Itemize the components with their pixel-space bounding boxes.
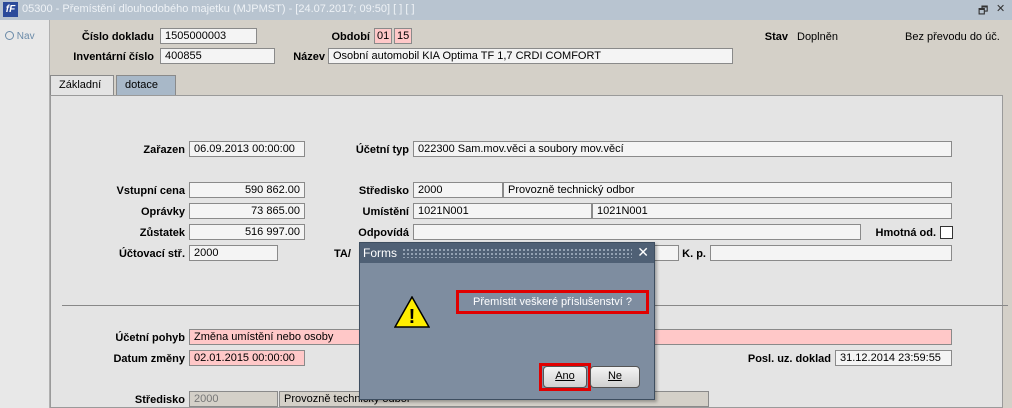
tab-zakladni[interactable]: Základní xyxy=(50,75,114,95)
dialog-title: Forms xyxy=(363,246,397,260)
uctovaci-str-label: Účtovací stř. xyxy=(118,248,185,260)
opravky-field[interactable]: 73 865.00 xyxy=(189,203,305,219)
radio-icon xyxy=(5,31,14,40)
warning-glyph: ! xyxy=(409,306,416,328)
nazev-label: Název xyxy=(293,51,325,63)
dialog-close-icon[interactable]: ✕ xyxy=(637,244,649,261)
zarazen-field[interactable]: 06.09.2013 00:00:00 xyxy=(189,141,305,157)
left-sidebar: Nav xyxy=(0,20,50,408)
app-icon: fF xyxy=(3,2,18,17)
window-titlebar: fF 05300 - Přemístění dlouhodobého majet… xyxy=(0,0,1012,20)
window-title: 05300 - Přemístění dlouhodobého majetku … xyxy=(22,3,415,15)
dialog-message: Přemístit veškeré příslušenství ? xyxy=(456,290,649,314)
stav-value: Doplněn xyxy=(797,31,838,43)
stredisko2-code-field[interactable]: 2000 xyxy=(189,391,278,407)
umisteni-code-field[interactable]: 1021N001 xyxy=(413,203,592,219)
opravky-label: Oprávky xyxy=(140,206,185,218)
nav-label: Nav xyxy=(16,31,35,42)
forms-dialog: Forms ✕ ! Přemístit veškeré příslušenstv… xyxy=(359,242,655,400)
kp-field[interactable] xyxy=(710,245,952,261)
titlebar-grip xyxy=(402,248,632,258)
kp-label: K. p. xyxy=(682,248,706,260)
cislo-dokladu-label: Číslo dokladu xyxy=(81,31,154,43)
ucetni-pohyb-label: Účetní pohyb xyxy=(115,332,185,344)
zustatek-field[interactable]: 516 997.00 xyxy=(189,224,305,240)
close-icon[interactable]: ✕ xyxy=(996,2,1005,15)
hmotna-od-checkbox[interactable] xyxy=(940,226,953,239)
obdobi-month-field[interactable]: 01 xyxy=(374,28,392,44)
stredisko2-label: Středisko xyxy=(134,394,185,406)
obdobi-year-field[interactable]: 15 xyxy=(394,28,412,44)
umisteni-name-field[interactable]: 1021N001 xyxy=(592,203,952,219)
vstupni-cena-label: Vstupní cena xyxy=(116,185,185,197)
inventarni-cislo-field[interactable]: 400855 xyxy=(160,48,275,64)
stredisko-code-field[interactable]: 2000 xyxy=(413,182,503,198)
restore-icon[interactable]: 🗗 xyxy=(978,2,988,21)
odpovida-field[interactable] xyxy=(413,224,861,240)
prevod-status: Bez převodu do úč. xyxy=(905,31,1000,43)
yes-button[interactable]: Ano xyxy=(543,366,587,388)
nazev-field[interactable]: Osobní automobil KIA Optima TF 1,7 CRDI … xyxy=(328,48,733,64)
no-button-label: Ne xyxy=(607,370,623,382)
stav-label: Stav xyxy=(764,31,788,43)
no-button[interactable]: Ne xyxy=(590,366,640,388)
odpovida-label: Odpovídá xyxy=(358,227,409,239)
nav-button[interactable]: Nav xyxy=(5,31,35,42)
tab-dotace[interactable]: dotace xyxy=(116,75,176,95)
stredisko-name-field[interactable]: Provozně technický odbor xyxy=(503,182,952,198)
dialog-titlebar[interactable]: Forms ✕ xyxy=(360,243,654,263)
uctovaci-str-field[interactable]: 2000 xyxy=(189,245,278,261)
hmotna-od-label: Hmotná od. xyxy=(875,227,937,239)
yes-button-label: Ano xyxy=(555,370,575,382)
umisteni-label: Umístění xyxy=(362,206,409,218)
datum-zmeny-field[interactable]: 02.01.2015 00:00:00 xyxy=(189,350,305,366)
ucetni-typ-label: Účetní typ xyxy=(355,144,409,156)
posl-uz-doklad-label: Posl. uz. doklad xyxy=(747,353,831,365)
stredisko-label: Středisko xyxy=(358,185,409,197)
zarazen-label: Zařazen xyxy=(143,144,185,156)
posl-uz-doklad-field[interactable]: 31.12.2014 23:59:55 xyxy=(835,350,952,366)
inventarni-cislo-label: Inventární číslo xyxy=(73,51,154,63)
obdobi-label: Období xyxy=(331,31,371,43)
ucetni-typ-field[interactable]: 022300 Sam.mov.věci a soubory mov.věcí xyxy=(413,141,952,157)
warning-icon: ! xyxy=(394,296,430,328)
datum-zmeny-label: Datum změny xyxy=(113,353,185,365)
cislo-dokladu-field[interactable]: 1505000003 xyxy=(160,28,257,44)
vstupni-cena-field[interactable]: 590 862.00 xyxy=(189,182,305,198)
zustatek-label: Zůstatek xyxy=(139,227,185,239)
